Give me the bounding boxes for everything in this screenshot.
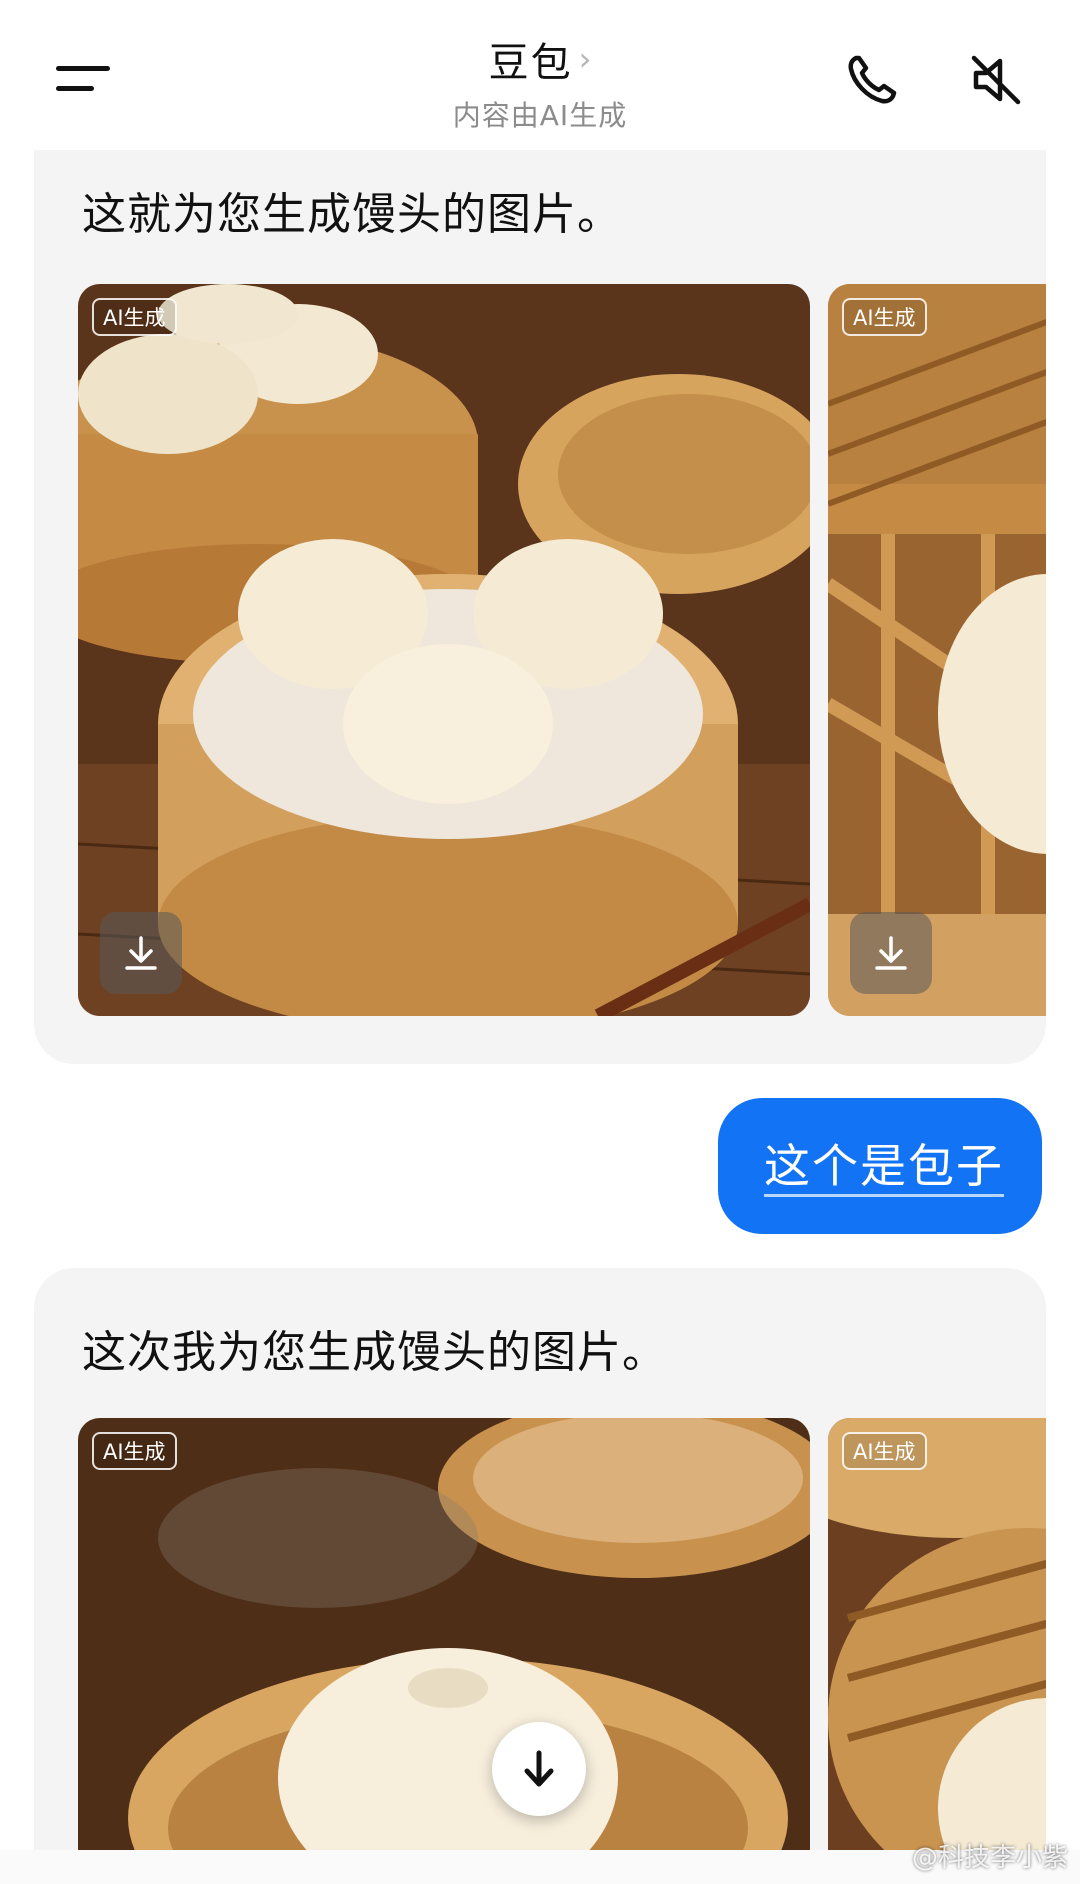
menu-icon[interactable] — [52, 60, 116, 100]
ai-generated-tag: AI生成 — [842, 1432, 927, 1470]
top-bar: 豆包 › 内容由AI生成 — [0, 0, 1080, 150]
ai-generated-tag: AI生成 — [92, 1432, 177, 1470]
generated-image[interactable]: AI生成 — [828, 284, 1046, 1016]
download-icon[interactable] — [100, 912, 182, 994]
message-text: 这就为您生成馒头的图片。 — [82, 189, 622, 240]
arrow-down-icon — [524, 1750, 554, 1787]
download-icon[interactable] — [850, 912, 932, 994]
scroll-to-bottom-button[interactable] — [492, 1722, 586, 1816]
generated-image[interactable]: AI生成 — [828, 1418, 1046, 1884]
ai-generated-tag: AI生成 — [842, 298, 927, 336]
watermark-text: @科技李小紫 — [911, 1843, 1068, 1873]
speaker-muted-icon[interactable] — [964, 48, 1028, 112]
ai-disclaimer: 内容由AI生成 — [452, 99, 628, 132]
assistant-message: 这就为您生成馒头的图片。 AI生成 AI生成 — [34, 130, 1046, 1064]
phone-icon[interactable] — [840, 48, 904, 112]
page-title: 豆包 — [488, 40, 573, 86]
message-text: 这次我为您生成馒头的图片。 — [82, 1327, 667, 1378]
generated-image[interactable]: AI生成 — [78, 1418, 810, 1884]
message-text: 这个是包子 — [764, 1140, 1004, 1197]
ai-generated-tag: AI生成 — [92, 298, 177, 336]
chevron-right-icon: › — [578, 40, 592, 78]
user-message[interactable]: 这个是包子 — [718, 1098, 1042, 1234]
bot-profile-link[interactable]: 豆包 › 内容由AI生成 — [340, 30, 740, 134]
generated-image[interactable]: AI生成 — [78, 284, 810, 1016]
